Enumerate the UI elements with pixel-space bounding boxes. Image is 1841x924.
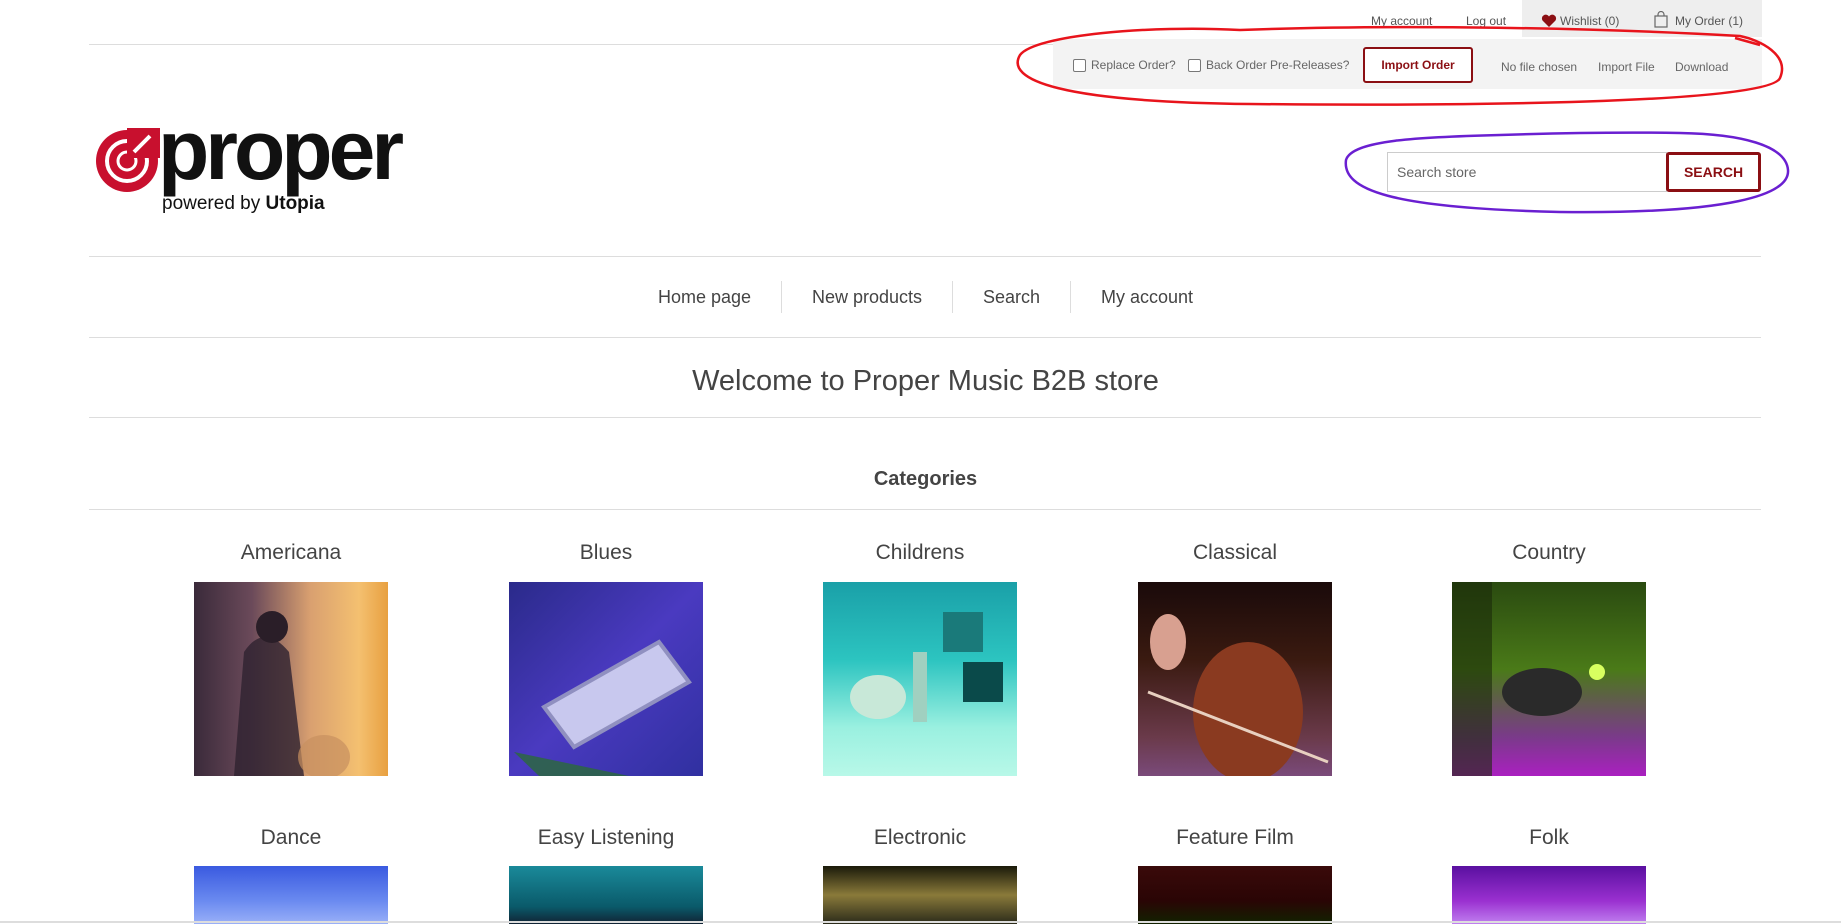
nav-separator: [781, 281, 782, 313]
category-image-childrens[interactable]: [823, 582, 1017, 776]
logo-wordmark[interactable]: proper: [158, 108, 404, 192]
category-title-dance[interactable]: Dance: [161, 826, 421, 850]
log-out-link[interactable]: Log out: [1466, 14, 1506, 28]
category-title-country[interactable]: Country: [1419, 541, 1679, 565]
replace-order-checkbox[interactable]: [1073, 59, 1086, 72]
nav-divider: [89, 337, 1761, 338]
nav-home-page[interactable]: Home page: [658, 287, 751, 308]
my-order-link[interactable]: My Order (1): [1675, 14, 1743, 28]
logo-tagline: powered by Utopia: [162, 193, 325, 215]
no-file-chosen-text: No file chosen: [1501, 60, 1578, 74]
import-order-button[interactable]: Import Order: [1363, 47, 1473, 83]
replace-order-label: Replace Order?: [1091, 58, 1176, 72]
logo-powered-by: powered by: [162, 193, 261, 214]
category-image-dance[interactable]: [194, 866, 388, 924]
category-title-feature-film[interactable]: Feature Film: [1105, 826, 1365, 850]
category-image-blues[interactable]: [509, 582, 703, 776]
nav-separator: [1070, 281, 1071, 313]
category-title-childrens[interactable]: Childrens: [790, 541, 1050, 565]
proper-logo-icon[interactable]: [94, 128, 160, 194]
category-title-classical[interactable]: Classical: [1105, 541, 1365, 565]
categories-heading: Categories: [873, 468, 978, 490]
search-store-input[interactable]: Search store: [1387, 152, 1667, 192]
category-image-folk[interactable]: [1452, 866, 1646, 924]
header-divider: [89, 256, 1761, 257]
title-divider: [89, 417, 1761, 418]
category-title-folk[interactable]: Folk: [1419, 826, 1679, 850]
category-image-classical[interactable]: [1138, 582, 1332, 776]
search-button[interactable]: SEARCH: [1666, 152, 1761, 192]
category-title-easy-listening[interactable]: Easy Listening: [476, 826, 736, 850]
category-image-feature-film[interactable]: [1138, 866, 1332, 924]
category-title-americana[interactable]: Americana: [161, 541, 421, 565]
nav-my-account[interactable]: My account: [1101, 287, 1193, 308]
nav-search[interactable]: Search: [983, 287, 1040, 308]
logo-utopia: Utopia: [265, 193, 325, 214]
category-image-country[interactable]: [1452, 582, 1646, 776]
import-file-button[interactable]: Import File: [1598, 60, 1655, 74]
back-order-label: Back Order Pre-Releases?: [1206, 58, 1350, 72]
category-image-americana[interactable]: [194, 582, 388, 776]
category-title-electronic[interactable]: Electronic: [790, 826, 1050, 850]
wishlist-heart-icon: [1541, 14, 1557, 33]
shopping-bag-icon: [1654, 10, 1668, 33]
page-title: Welcome to Proper Music B2B store: [692, 365, 1159, 397]
category-title-blues[interactable]: Blues: [476, 541, 736, 565]
nav-separator: [952, 281, 953, 313]
categories-divider: [89, 509, 1761, 510]
category-image-electronic[interactable]: [823, 866, 1017, 924]
wishlist-link[interactable]: Wishlist (0): [1560, 14, 1619, 28]
category-image-easy-listening[interactable]: [509, 866, 703, 924]
back-order-checkbox[interactable]: [1188, 59, 1201, 72]
download-link[interactable]: Download: [1675, 60, 1728, 74]
my-account-link[interactable]: My account: [1371, 14, 1432, 28]
nav-new-products[interactable]: New products: [812, 287, 922, 308]
